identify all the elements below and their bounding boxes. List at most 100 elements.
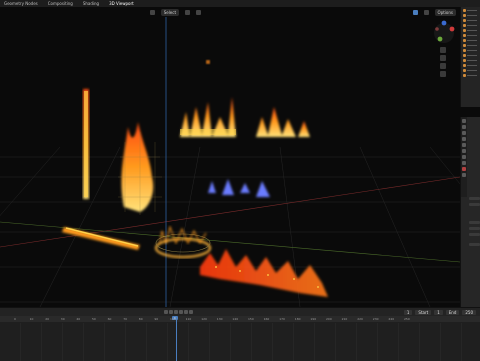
object-icon <box>463 33 466 37</box>
outliner-item[interactable] <box>463 48 480 52</box>
frame-ruler[interactable]: 1 0 10 20 30 40 50 60 70 80 90 100 110 120 130 140 150 1… <box>0 316 480 322</box>
outliner-item[interactable] <box>463 68 480 72</box>
prev-key-icon[interactable] <box>169 310 173 314</box>
outliner-item[interactable] <box>463 13 480 17</box>
outliner-item[interactable] <box>463 38 480 42</box>
modifier-icon[interactable] <box>462 161 466 165</box>
material-icon[interactable] <box>462 173 466 177</box>
output-icon[interactable] <box>462 131 466 135</box>
property-field[interactable] <box>469 197 480 200</box>
current-frame-field[interactable]: 1 <box>403 309 413 315</box>
playback-controls <box>164 310 193 314</box>
fire-bars-base <box>180 129 236 135</box>
ruler-tick-label: 30 <box>60 317 65 321</box>
ruler-tick-label: 40 <box>76 317 81 321</box>
object-icon <box>463 28 466 32</box>
next-key-icon[interactable] <box>184 310 188 314</box>
transform-orientation-icon[interactable] <box>149 9 155 15</box>
object-props-icon[interactable] <box>462 155 466 159</box>
object-icon <box>463 58 466 62</box>
object-icon <box>463 63 466 67</box>
tab-3d-viewport[interactable]: 3D Viewport <box>109 1 134 6</box>
end-label: End <box>445 309 460 315</box>
ruler-tick-label: 200 <box>326 317 332 321</box>
viewport-canvas <box>0 17 460 307</box>
viewport-shading-icon[interactable] <box>412 9 418 15</box>
start-frame-field[interactable]: 1 <box>434 309 443 315</box>
proportional-edit-icon[interactable] <box>196 9 201 15</box>
property-field[interactable] <box>469 233 480 236</box>
select-menu[interactable]: Select <box>160 8 180 16</box>
ruler-tick-label: 50 <box>92 317 96 321</box>
ruler-tick-label: 70 <box>123 317 128 321</box>
ruler-tick-label: 20 <box>45 317 50 321</box>
gizmo-y-icon <box>437 36 443 42</box>
navigation-gizmo <box>434 20 455 43</box>
physics-icon[interactable] <box>462 167 466 171</box>
property-field[interactable] <box>469 221 480 224</box>
ruler-tick-label: 190 <box>310 317 317 321</box>
playhead-line[interactable] <box>176 316 177 361</box>
outliner-item[interactable] <box>463 43 480 47</box>
jump-start-icon[interactable] <box>164 310 168 314</box>
workspace-tabs: Geometry Nodes Compositing Shading 3D Vi… <box>0 0 480 7</box>
property-field[interactable] <box>469 203 480 206</box>
timeline-editor[interactable]: 1 Start 1 End 250 1 0 10 20 30 40 50 60 70 80 90 1… <box>0 307 480 361</box>
object-icon <box>463 68 466 72</box>
object-icon <box>463 38 466 42</box>
property-field[interactable] <box>469 243 480 246</box>
ruler-tick-label: 210 <box>341 317 348 321</box>
ruler-tick-label: 250 <box>404 317 410 321</box>
ruler-tick-label: 0 <box>14 317 16 321</box>
play-reverse-icon[interactable] <box>174 310 178 314</box>
outliner-item[interactable] <box>463 28 480 32</box>
object-icon <box>463 8 466 12</box>
ruler-tick-label: 220 <box>357 317 363 321</box>
gizmo-z-icon <box>441 20 447 26</box>
outliner-item[interactable] <box>463 63 480 67</box>
ruler-tick-label: 140 <box>232 317 239 321</box>
ruler-tick-label: 170 <box>279 317 285 321</box>
blue-flames <box>208 179 270 197</box>
ruler-tick-label: 110 <box>185 317 192 321</box>
play-icon[interactable] <box>179 310 183 314</box>
ruler-tick-label: 100 <box>170 317 176 321</box>
ruler-tick-label: 230 <box>372 317 379 321</box>
outliner-item[interactable] <box>463 53 480 57</box>
3d-viewport[interactable] <box>0 17 460 307</box>
outliner-item[interactable] <box>463 58 480 62</box>
outliner-item[interactable] <box>463 23 480 27</box>
jump-end-icon[interactable] <box>189 310 193 314</box>
viewport-nav-buttons <box>440 47 446 77</box>
tool-icon[interactable] <box>462 119 466 123</box>
scene-icon[interactable] <box>462 143 466 147</box>
world-icon[interactable] <box>462 149 466 153</box>
overlay-icon[interactable] <box>423 9 429 15</box>
ruler-tick-label: 90 <box>154 317 159 321</box>
fire-ring <box>155 225 211 258</box>
outliner-item[interactable] <box>463 33 480 37</box>
outliner-item[interactable] <box>463 18 480 22</box>
tab-compositing[interactable]: Compositing <box>48 1 73 6</box>
object-icon <box>463 53 466 57</box>
object-icon <box>463 13 466 17</box>
ruler-tick-label: 150 <box>248 317 254 321</box>
render-icon[interactable] <box>462 125 466 129</box>
tab-shading[interactable]: Shading <box>83 1 99 6</box>
timeline-track-area[interactable] <box>0 323 480 361</box>
ruler-tick-label: 120 <box>201 317 207 321</box>
outliner-item[interactable] <box>463 73 480 77</box>
ruler-tick-label: 80 <box>138 317 143 321</box>
outliner-panel[interactable] <box>460 7 480 107</box>
property-field[interactable] <box>469 227 480 230</box>
timeline-header: 1 Start 1 End 250 <box>0 308 480 316</box>
tab-geometry-nodes[interactable]: Geometry Nodes <box>4 1 38 6</box>
end-frame-field[interactable]: 250 <box>462 309 476 315</box>
object-icon <box>463 43 466 47</box>
view-layer-icon[interactable] <box>462 137 466 141</box>
outliner-item[interactable] <box>463 8 480 12</box>
fire-flame-cage <box>121 122 154 212</box>
options-button[interactable]: Options <box>434 8 456 16</box>
properties-panel[interactable] <box>460 117 480 307</box>
snap-icon[interactable] <box>185 9 191 15</box>
